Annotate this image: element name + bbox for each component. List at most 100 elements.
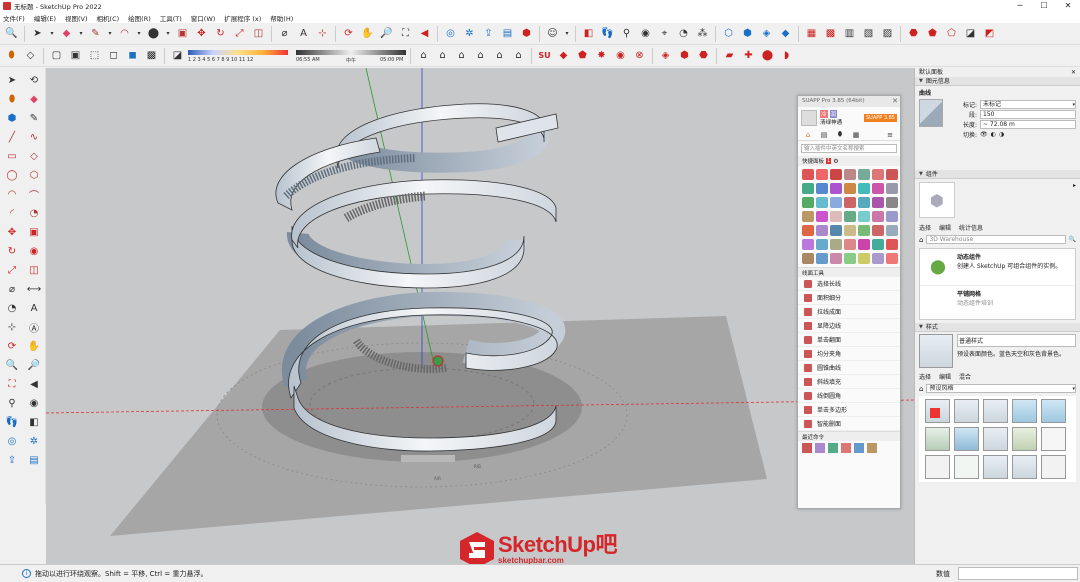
shaded-icon[interactable]: ◼ [124, 47, 141, 64]
layers-icon[interactable]: ▦ [849, 130, 863, 140]
quick-tool-icon[interactable] [802, 183, 814, 194]
list-item[interactable]: 智能删面 [798, 417, 900, 431]
recent-tool-icon[interactable] [867, 443, 877, 453]
quick-panel-header[interactable]: 快捷面板 1 ⚙ [798, 156, 900, 166]
plugin-red-5-icon[interactable]: ⊗ [631, 47, 648, 64]
previous-view-icon[interactable]: ◀ [416, 25, 433, 42]
orbit-2-icon[interactable]: ⟳ [2, 338, 22, 355]
section-plane-icon[interactable]: ◧ [580, 25, 597, 42]
pan-icon[interactable]: ✋ [24, 338, 44, 355]
line-tools-header[interactable]: 线面工具 [798, 267, 900, 277]
right-view-icon[interactable]: ◆ [777, 25, 794, 42]
style-thumbnail[interactable] [983, 399, 1008, 423]
solid-union-icon[interactable]: ⬣ [905, 25, 922, 42]
style-thumbnail[interactable] [983, 427, 1008, 451]
tape-measure-icon[interactable]: ⌀ [276, 25, 293, 42]
menu-camera[interactable]: 相机(C) [97, 13, 120, 23]
quick-tool-icon[interactable] [858, 211, 870, 222]
quick-tool-icon[interactable] [872, 225, 884, 236]
stamp-icon[interactable]: ▩ [822, 25, 839, 42]
line-icon[interactable]: ╱ [2, 129, 22, 146]
suapp-su-icon[interactable]: SU [536, 47, 553, 64]
iso-view-icon[interactable]: ⬡ [720, 25, 737, 42]
quick-tool-icon[interactable] [830, 211, 842, 222]
tab-edit[interactable]: 编辑 [939, 372, 951, 381]
plugin-red-2-icon[interactable]: ⬟ [574, 47, 591, 64]
quick-tool-icon[interactable] [816, 239, 828, 250]
three-point-arc-icon[interactable]: ◜ [2, 205, 22, 222]
chevron-down-icon[interactable]: ▾ [563, 25, 571, 42]
quick-tool-icon[interactable] [844, 169, 856, 180]
list-item[interactable]: 平铺网格 动态组件培训 [920, 285, 1075, 310]
tab-statistics[interactable]: 统计信息 [959, 223, 983, 232]
recent-header[interactable]: 最近命令 [798, 431, 900, 441]
visibility-icon[interactable]: 👁 [980, 131, 988, 138]
extension-warehouse-icon[interactable]: ✲ [461, 25, 478, 42]
axes-icon[interactable]: ⊹ [314, 25, 331, 42]
zoom-extents-icon[interactable]: ⛶ [2, 376, 22, 393]
list-item[interactable]: 均分夹角 [798, 347, 900, 361]
avatar[interactable] [801, 110, 817, 126]
chevron-down-icon[interactable]: ▾ [77, 25, 85, 42]
eraser-secondary-icon[interactable]: ◇ [22, 47, 39, 64]
solid-split-icon[interactable]: ◪ [962, 25, 979, 42]
walk-icon[interactable]: 👣 [599, 25, 616, 42]
chevron-down-icon[interactable]: ▾ [164, 25, 172, 42]
scale-icon[interactable]: ⤢ [231, 25, 248, 42]
tab-edit[interactable]: 编辑 [939, 223, 951, 232]
style-thumbnail[interactable] [1012, 455, 1037, 479]
two-point-arc-icon[interactable]: ⌒ [24, 186, 44, 203]
recent-tool-icon[interactable] [802, 443, 812, 453]
shape-icon[interactable]: ⬤ [145, 25, 162, 42]
quick-tool-icon[interactable] [858, 183, 870, 194]
style-thumbnail[interactable] [954, 455, 979, 479]
bucket-icon[interactable]: ⬮ [833, 130, 847, 140]
chevron-down-icon[interactable]: ▾ [106, 25, 114, 42]
styles-header[interactable]: ▼ 样式 [915, 323, 1080, 332]
orbit-icon[interactable]: ⟲ [24, 72, 44, 89]
settings-icon[interactable]: ⚙ [833, 158, 838, 165]
freehand-icon[interactable]: ∿ [24, 129, 44, 146]
plugin-red-6-icon[interactable]: ◈ [657, 47, 674, 64]
zoom-extents-icon[interactable]: ⛶ [397, 25, 414, 42]
plugin-red-10-icon[interactable]: ✚ [740, 47, 757, 64]
quick-tool-icon[interactable] [858, 169, 870, 180]
close-button[interactable]: ✕ [1056, 0, 1080, 12]
quick-tool-icon[interactable] [802, 253, 814, 264]
drape-icon[interactable]: ▥ [841, 25, 858, 42]
list-item[interactable]: 面积细分 [798, 291, 900, 305]
quick-tool-icon[interactable] [858, 197, 870, 208]
segments-field[interactable]: 150 [980, 110, 1076, 119]
quick-tool-icon[interactable] [802, 197, 814, 208]
dimension-icon[interactable]: ⌖ [656, 25, 673, 42]
quick-tool-icon[interactable] [830, 169, 842, 180]
cast-shadow-icon[interactable]: ◐ [991, 131, 996, 138]
quick-tool-icon[interactable] [830, 239, 842, 250]
list-item[interactable]: 线倒圆角 [798, 389, 900, 403]
look-around-icon[interactable]: ◉ [24, 395, 44, 412]
wireframe-icon[interactable]: ⬚ [86, 47, 103, 64]
list-item[interactable]: 拉线成面 [798, 305, 900, 319]
style-thumbnail[interactable] [954, 427, 979, 451]
eraser-icon[interactable]: ◆ [24, 91, 44, 108]
pencil-icon[interactable]: ✎ [87, 25, 104, 42]
make-component-icon[interactable]: ⬢ [2, 110, 22, 127]
quick-tool-icon[interactable] [858, 239, 870, 250]
list-item[interactable]: ⬤ 动态组件 创建人 SketchUp 可组合组件的实例。 [920, 249, 1075, 285]
pie-icon[interactable]: ◔ [24, 205, 44, 222]
search-icon[interactable]: 🔍 [1069, 236, 1076, 243]
quick-tool-icon[interactable] [886, 211, 898, 222]
entity-info-header[interactable]: ▼ 图元信息 [915, 77, 1080, 86]
extension-warehouse-icon[interactable]: ✲ [24, 433, 44, 450]
quick-tool-icon[interactable] [886, 197, 898, 208]
offset-icon[interactable]: ◫ [24, 262, 44, 279]
menu-extensions[interactable]: 扩展程序 (x) [224, 13, 261, 23]
share-icon[interactable]: ⇪ [2, 452, 22, 469]
look-around-icon[interactable]: ◉ [637, 25, 654, 42]
text-icon[interactable]: A [295, 25, 312, 42]
position-camera-icon[interactable]: ⚲ [2, 395, 22, 412]
push-pull-icon[interactable]: ▣ [24, 224, 44, 241]
follow-me-icon[interactable]: ◉ [24, 243, 44, 260]
home-icon[interactable]: ⌂ [919, 385, 923, 393]
quick-tool-icon[interactable] [886, 253, 898, 264]
